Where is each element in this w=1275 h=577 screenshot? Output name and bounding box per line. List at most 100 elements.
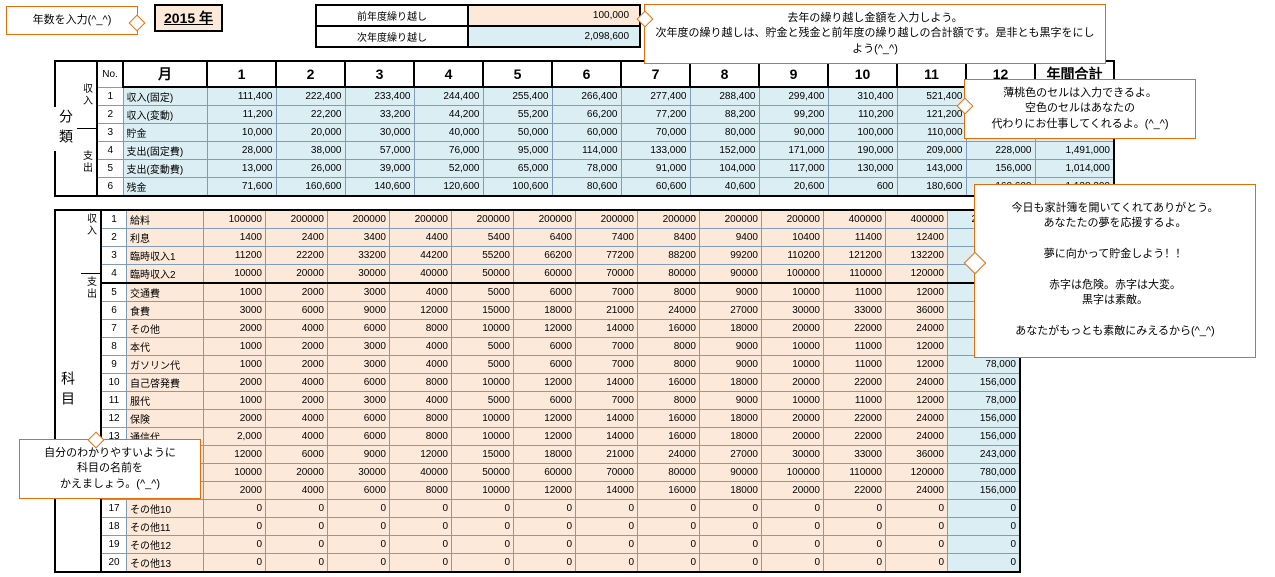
cell-value[interactable]: 0 (452, 554, 514, 573)
cell-value[interactable]: 7400 (576, 229, 638, 247)
cell-value[interactable]: 0 (824, 500, 886, 518)
cell-value[interactable]: 9000 (328, 302, 390, 320)
cell-value[interactable]: 0 (328, 536, 390, 554)
cell-value[interactable]: 0 (328, 518, 390, 536)
cell-value[interactable]: 3400 (328, 229, 390, 247)
cell-value[interactable]: 90000 (700, 464, 762, 482)
cell-value[interactable]: 22000 (824, 482, 886, 500)
row-name[interactable]: 本代 (127, 338, 204, 356)
cell-value[interactable]: 27000 (700, 302, 762, 320)
cell-value[interactable]: 15000 (452, 302, 514, 320)
row-name[interactable]: 服代 (127, 392, 204, 410)
cell-value[interactable]: 8000 (390, 482, 452, 500)
cell-value[interactable]: 22200 (266, 247, 328, 265)
cell-value[interactable]: 2000 (204, 320, 266, 338)
cell-value[interactable]: 0 (576, 554, 638, 573)
cell-value[interactable]: 14000 (576, 482, 638, 500)
row-name[interactable]: その他11 (127, 518, 204, 536)
cell-value[interactable]: 20000 (266, 464, 328, 482)
cell-value[interactable]: 6000 (514, 356, 576, 374)
cell-value[interactable]: 66200 (514, 247, 576, 265)
cell-value[interactable]: 11400 (824, 229, 886, 247)
cell-value[interactable]: 6000 (328, 482, 390, 500)
cell-value[interactable]: 4000 (266, 482, 328, 500)
cell-value[interactable]: 20000 (266, 265, 328, 284)
cell-value[interactable]: 3000 (328, 356, 390, 374)
cell-value[interactable]: 12000 (514, 374, 576, 392)
cell-value[interactable]: 121200 (824, 247, 886, 265)
cell-value[interactable]: 8000 (638, 356, 700, 374)
cell-value[interactable]: 8000 (638, 283, 700, 302)
cell-value[interactable]: 4000 (390, 283, 452, 302)
cell-value[interactable]: 16000 (638, 320, 700, 338)
cell-value[interactable]: 12000 (390, 446, 452, 464)
row-name[interactable]: ガソリン代 (127, 356, 204, 374)
cell-value[interactable]: 4000 (390, 356, 452, 374)
row-name[interactable]: 利息 (127, 229, 204, 247)
cell-value[interactable]: 0 (576, 518, 638, 536)
cell-value[interactable]: 0 (886, 536, 948, 554)
cell-value[interactable]: 3000 (328, 283, 390, 302)
cell-value[interactable]: 110000 (824, 464, 886, 482)
cell-value[interactable]: 18000 (700, 410, 762, 428)
cell-value[interactable]: 20000 (762, 320, 824, 338)
cell-value[interactable]: 1000 (204, 356, 266, 374)
cell-value[interactable]: 18000 (700, 482, 762, 500)
cell-value[interactable]: 10400 (762, 229, 824, 247)
cell-value[interactable]: 4000 (390, 338, 452, 356)
cell-value[interactable]: 80000 (638, 265, 700, 284)
cell-value[interactable]: 21000 (576, 446, 638, 464)
cell-value[interactable]: 99200 (700, 247, 762, 265)
cell-value[interactable]: 0 (700, 518, 762, 536)
cell-value[interactable]: 70000 (576, 265, 638, 284)
cell-value[interactable]: 9000 (700, 356, 762, 374)
cell-value[interactable]: 33200 (328, 247, 390, 265)
cell-value[interactable]: 18000 (514, 302, 576, 320)
cell-value[interactable]: 0 (700, 500, 762, 518)
cell-value[interactable]: 0 (266, 518, 328, 536)
cell-value[interactable]: 7000 (576, 392, 638, 410)
row-name[interactable]: 臨時収入2 (127, 265, 204, 284)
cell-value[interactable]: 50000 (452, 265, 514, 284)
cell-value[interactable]: 0 (390, 500, 452, 518)
cell-value[interactable]: 8000 (390, 428, 452, 446)
cell-value[interactable]: 12000 (514, 410, 576, 428)
cell-value[interactable]: 0 (266, 554, 328, 573)
cell-value[interactable]: 44200 (390, 247, 452, 265)
cell-value[interactable]: 6000 (328, 320, 390, 338)
cell-value[interactable]: 0 (390, 518, 452, 536)
cell-value[interactable]: 30000 (762, 302, 824, 320)
cell-value[interactable]: 200000 (266, 210, 328, 229)
cell-value[interactable]: 16000 (638, 374, 700, 392)
cell-value[interactable]: 88200 (638, 247, 700, 265)
cell-value[interactable]: 110200 (762, 247, 824, 265)
cell-value[interactable]: 30000 (762, 446, 824, 464)
cell-value[interactable]: 6000 (266, 446, 328, 464)
cell-value[interactable]: 0 (762, 500, 824, 518)
cell-value[interactable]: 70000 (576, 464, 638, 482)
cell-value[interactable]: 3000 (204, 302, 266, 320)
cell-value[interactable]: 10000 (762, 356, 824, 374)
cell-value[interactable]: 9400 (700, 229, 762, 247)
cell-value[interactable]: 10000 (452, 410, 514, 428)
cell-value[interactable]: 12000 (390, 302, 452, 320)
cell-value[interactable]: 33000 (824, 302, 886, 320)
cell-value[interactable]: 0 (638, 500, 700, 518)
cell-value[interactable]: 8400 (638, 229, 700, 247)
cell-value[interactable]: 24000 (638, 302, 700, 320)
cell-value[interactable]: 18000 (700, 428, 762, 446)
cell-value[interactable]: 0 (514, 554, 576, 573)
cell-value[interactable]: 11000 (824, 356, 886, 374)
cell-value[interactable]: 24000 (886, 320, 948, 338)
cell-value[interactable]: 0 (328, 500, 390, 518)
cell-value[interactable]: 1000 (204, 392, 266, 410)
cell-value[interactable]: 24000 (886, 374, 948, 392)
cell-value[interactable]: 36000 (886, 446, 948, 464)
cell-value[interactable]: 5000 (452, 392, 514, 410)
cell-value[interactable]: 0 (576, 536, 638, 554)
cell-value[interactable]: 2400 (266, 229, 328, 247)
cell-value[interactable]: 10000 (204, 265, 266, 284)
cell-value[interactable]: 40000 (390, 464, 452, 482)
cell-value[interactable]: 0 (700, 554, 762, 573)
cell-value[interactable]: 0 (390, 554, 452, 573)
